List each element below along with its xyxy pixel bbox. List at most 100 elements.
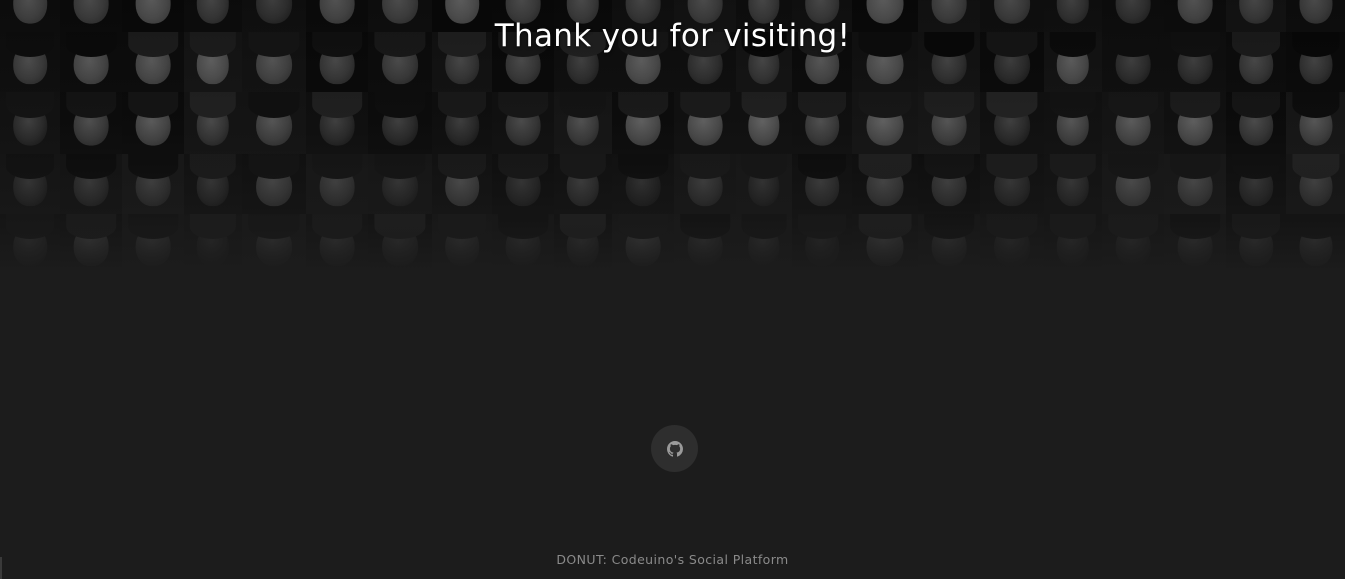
portrait-tile (792, 92, 852, 154)
portrait-tile (1164, 214, 1226, 270)
hair-shape (374, 214, 426, 240)
hair-shape (798, 92, 846, 119)
hair-shape (248, 154, 300, 180)
portrait-tile (1226, 214, 1286, 270)
portrait-tile (1164, 92, 1226, 154)
hair-shape (741, 214, 787, 240)
portrait-tile (122, 154, 184, 214)
hair-shape (1108, 214, 1158, 240)
portrait-tile (852, 154, 918, 214)
portrait-tile (554, 92, 612, 154)
portrait-tile (1102, 214, 1164, 270)
portrait-tile (1102, 154, 1164, 214)
hair-shape (1232, 154, 1280, 180)
portrait-tile (1286, 214, 1345, 270)
hair-shape (798, 214, 846, 240)
hair-shape (312, 214, 362, 240)
hair-shape (1232, 214, 1280, 240)
hair-shape (128, 92, 178, 119)
portrait-tile (792, 154, 852, 214)
portrait-tile (184, 92, 242, 154)
portrait-tile (432, 92, 492, 154)
hair-shape (741, 154, 787, 180)
portrait-tile (492, 154, 554, 214)
hair-shape (559, 92, 607, 119)
hair-shape (618, 214, 668, 240)
hair-shape (986, 92, 1038, 119)
portrait-tile (60, 154, 122, 214)
hair-shape (680, 214, 730, 240)
hair-shape (66, 154, 116, 180)
portrait-tile (0, 92, 60, 154)
hair-shape (374, 154, 426, 180)
portrait-tile (1286, 154, 1345, 214)
portrait-tile (1164, 154, 1226, 214)
portrait-tile (1286, 92, 1345, 154)
hair-shape (189, 214, 237, 240)
portrait-tile (184, 214, 242, 270)
github-button[interactable] (651, 425, 698, 472)
portrait-tile (918, 154, 980, 214)
hair-shape (1049, 154, 1097, 180)
portrait-tile (852, 214, 918, 270)
hair-shape (924, 92, 974, 119)
portrait-tile (612, 154, 674, 214)
portrait-tile (492, 92, 554, 154)
hair-shape (618, 92, 668, 119)
hair-shape (986, 214, 1038, 240)
hair-shape (498, 92, 548, 119)
portrait-tile (612, 92, 674, 154)
hair-shape (128, 214, 178, 240)
footer-text: DONUT: Codeuino's Social Platform (556, 552, 789, 567)
portrait-tile (736, 214, 792, 270)
portrait-tile (368, 214, 432, 270)
portrait-tile (184, 154, 242, 214)
hair-shape (438, 154, 486, 180)
portrait-tile (60, 214, 122, 270)
portrait-tile (736, 154, 792, 214)
portrait-tile (1226, 92, 1286, 154)
portrait-tile (368, 154, 432, 214)
hair-shape (66, 214, 116, 240)
hair-shape (6, 92, 54, 119)
portrait-tile (368, 92, 432, 154)
portrait-tile (0, 214, 60, 270)
hair-shape (680, 154, 730, 180)
portrait-tile (980, 154, 1044, 214)
hair-shape (559, 214, 607, 240)
portrait-tile (674, 92, 736, 154)
portrait-tile (918, 92, 980, 154)
edge-divider (0, 557, 2, 579)
portrait-tile (122, 92, 184, 154)
portrait-tile (1102, 92, 1164, 154)
portrait-tile (492, 214, 554, 270)
portrait-tile (306, 154, 368, 214)
hair-shape (189, 92, 237, 119)
hair-shape (858, 214, 912, 240)
hair-shape (798, 154, 846, 180)
hair-shape (741, 92, 787, 119)
portrait-tile (242, 214, 306, 270)
hair-shape (312, 92, 362, 119)
portrait-tile (60, 92, 122, 154)
hair-shape (1108, 154, 1158, 180)
portrait-tile (554, 214, 612, 270)
portrait-tile (242, 154, 306, 214)
hair-shape (1049, 214, 1097, 240)
hair-shape (1108, 92, 1158, 119)
hair-shape (1232, 92, 1280, 119)
hair-shape (618, 154, 668, 180)
hair-shape (858, 92, 912, 119)
portrait-tile (674, 214, 736, 270)
page-title: Thank you for visiting! (494, 18, 851, 54)
portrait-tile (432, 154, 492, 214)
hair-shape (438, 214, 486, 240)
hair-shape (312, 154, 362, 180)
hair-shape (1170, 154, 1220, 180)
hair-shape (498, 154, 548, 180)
hair-shape (498, 214, 548, 240)
portrait-tile (980, 92, 1044, 154)
portrait-tile (306, 92, 368, 154)
portrait-tile (1044, 214, 1102, 270)
portrait-tile (122, 214, 184, 270)
